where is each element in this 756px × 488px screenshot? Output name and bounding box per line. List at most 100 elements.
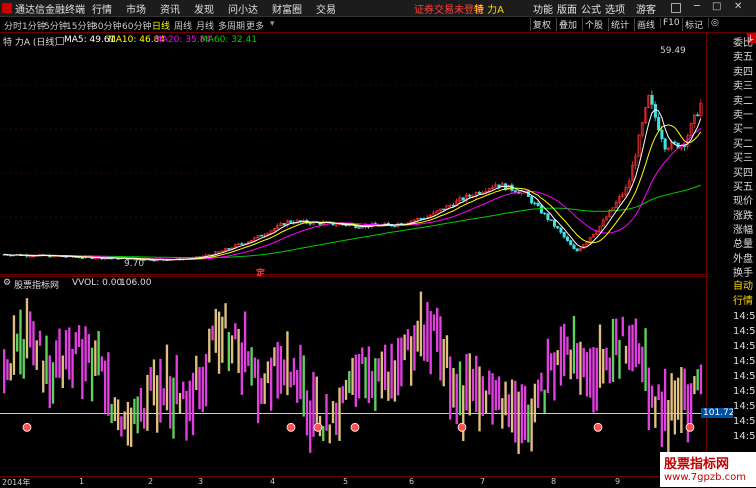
indicator-bar: [276, 341, 279, 399]
indicator-bar: [458, 361, 462, 416]
tool-settings-icon[interactable]: ◎: [708, 18, 721, 28]
period-60min[interactable]: 60分钟: [122, 19, 151, 32]
indicator-bar: [143, 408, 146, 429]
menu-market[interactable]: 市场: [126, 1, 146, 16]
side-quote-label: 买四: [733, 167, 753, 179]
menu-wealth[interactable]: 财富圈: [272, 1, 302, 16]
side-quote-label: 卖五: [733, 52, 753, 64]
indicator-bar: [429, 311, 432, 375]
indicator-bar: [406, 329, 410, 351]
date-tick: 8: [551, 477, 557, 486]
indicator-bar: [237, 328, 240, 374]
indicator-bar: [693, 376, 696, 395]
indicator-bar: [530, 398, 533, 452]
indicator-bar: [110, 403, 113, 424]
price-kline-chart[interactable]: 60.0055.0050.0045.0040.0035.0030.0025.00…: [0, 33, 708, 275]
indicator-bar: [286, 331, 289, 396]
stock-name: 特 力A: [474, 5, 505, 16]
candle-body: [64, 256, 68, 258]
menu-formula[interactable]: 公式: [581, 1, 601, 16]
indicator-bar: [32, 321, 35, 366]
indicator-bar: [9, 363, 12, 381]
indicator-chart[interactable]: 130.0120.0110.0100.090.0: [0, 276, 708, 474]
watermark-title: 股票指标网: [664, 457, 730, 472]
tool-stats[interactable]: 统计: [608, 18, 631, 31]
candle-body: [289, 220, 293, 223]
indicator-bar: [647, 367, 651, 430]
tool-restore-rights[interactable]: 复权: [530, 18, 553, 31]
indicator-bar: [510, 379, 514, 433]
tool-f10[interactable]: F10: [660, 18, 682, 28]
tool-stock[interactable]: 个股: [582, 18, 605, 31]
guest-label[interactable]: 游客: [636, 1, 656, 16]
menu-layout[interactable]: 版面: [557, 1, 577, 16]
indicator-name[interactable]: 股票指标网: [14, 278, 59, 291]
indicator-bar: [546, 338, 550, 393]
tool-draw[interactable]: 画线: [634, 18, 657, 31]
period-weekly[interactable]: 周线: [174, 19, 192, 32]
indicator-bar: [569, 349, 572, 380]
indicator-bar: [663, 368, 667, 431]
period-timeshare[interactable]: 分时: [4, 19, 22, 32]
date-tick: 4: [270, 477, 276, 486]
indicator-bar: [87, 334, 91, 363]
menu-options[interactable]: 选项: [605, 1, 625, 16]
period-5min[interactable]: 5分钟: [44, 19, 68, 32]
indicator-bar: [657, 384, 660, 401]
minimize-icon[interactable]: ─: [694, 1, 700, 12]
period-1min[interactable]: 1分钟: [22, 19, 46, 32]
indicator-bar: [224, 303, 227, 329]
indicator-bar: [139, 387, 143, 422]
grid-icon[interactable]: [671, 3, 681, 13]
tool-overlay[interactable]: 叠加: [556, 18, 579, 31]
candle-body: [227, 248, 231, 250]
close-icon[interactable]: ✕: [734, 1, 742, 12]
more-dropdown-icon[interactable]: ▾: [270, 19, 275, 29]
side-tick-label: 14:5: [733, 326, 756, 337]
maximize-icon[interactable]: □: [712, 1, 721, 12]
indicator-bar: [628, 325, 631, 370]
period-30min[interactable]: 30分钟: [92, 19, 121, 32]
legend-ma60: MA60: 32.41: [200, 35, 258, 45]
indicator-bar: [182, 381, 185, 400]
indicator-bar: [370, 370, 374, 398]
menu-function[interactable]: 功能: [533, 1, 553, 16]
indicator-bar: [74, 332, 77, 355]
indicator-bar: [364, 357, 367, 399]
indicator-bar: [576, 343, 579, 380]
indicator-bar: [302, 355, 305, 417]
date-tick: 2: [148, 477, 154, 486]
indicator-bar: [77, 325, 81, 347]
period-multi[interactable]: 多周期: [218, 19, 245, 32]
indicator-bar: [582, 347, 585, 378]
candle-body: [452, 204, 456, 207]
indicator-bar: [260, 378, 263, 405]
side-quote-label: 卖二: [733, 95, 753, 107]
indicator-settings-icon[interactable]: ⚙: [3, 278, 11, 288]
side-quote-label: 委比: [733, 38, 753, 49]
indicator-bar: [81, 339, 84, 399]
menu-trade[interactable]: 交易: [316, 1, 336, 16]
indicator-bar: [374, 358, 377, 411]
indicator-bar: [471, 368, 475, 401]
menu-discover[interactable]: 发现: [194, 1, 214, 16]
indicator-bar: [357, 353, 361, 399]
menu-info[interactable]: 资讯: [160, 1, 180, 16]
indicator-bar: [449, 356, 452, 420]
period-monthly[interactable]: 月线: [196, 19, 214, 32]
indicator-bar: [504, 381, 507, 416]
period-daily[interactable]: 日线: [152, 19, 170, 32]
indicator-bar: [191, 372, 195, 436]
menu-quotes[interactable]: 行情: [92, 1, 112, 16]
indicator-bar: [152, 359, 156, 406]
tool-mark[interactable]: 标记: [682, 18, 705, 31]
candle-body: [530, 196, 534, 204]
signal-dot: [313, 422, 323, 432]
period-more[interactable]: 更多: [246, 19, 264, 32]
indicator-bar: [540, 372, 543, 392]
indicator-bar: [250, 347, 253, 386]
indicator-bar: [481, 376, 484, 417]
menu-ask[interactable]: 问小达: [228, 1, 258, 16]
signal-dot: [286, 422, 296, 432]
indicator-bar: [214, 308, 217, 353]
